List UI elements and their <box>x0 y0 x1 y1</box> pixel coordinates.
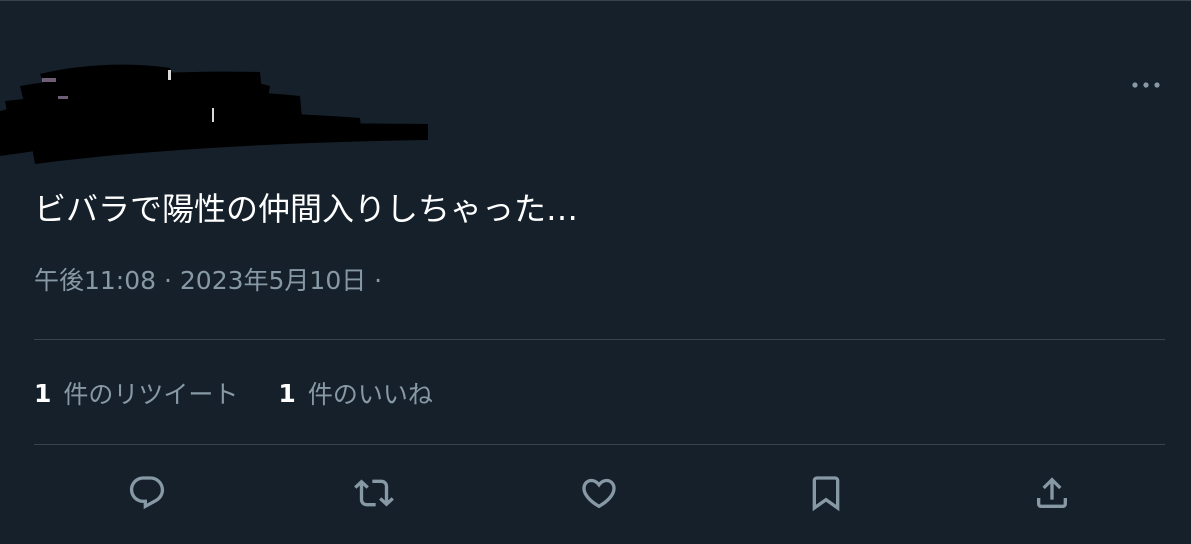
more-options-button[interactable] <box>1124 67 1168 103</box>
share-button[interactable] <box>1030 471 1074 515</box>
tweet-text: ビバラで陽性の仲間入りしちゃった… <box>34 190 579 228</box>
like-count: 1 <box>278 378 296 408</box>
reply-icon <box>129 476 165 510</box>
retweet-count-label: 件のリツイート <box>63 380 239 409</box>
more-icon <box>1132 82 1160 88</box>
divider <box>34 444 1165 445</box>
retweet-count-link[interactable]: 1 件のリツイート <box>34 375 238 411</box>
tweet-stats: 1 件のリツイート 1 件のいいね <box>34 375 433 411</box>
share-icon <box>1037 477 1067 508</box>
retweet-icon <box>354 479 394 507</box>
tweet-header: @ <box>0 1 1191 166</box>
tweet-detail: @ <box>0 0 1191 544</box>
tweet-actions <box>34 463 1165 523</box>
like-count-link[interactable]: 1 件のいいね <box>278 375 432 411</box>
like-icon <box>582 478 616 509</box>
like-button[interactable] <box>577 471 621 515</box>
reply-button[interactable] <box>125 471 169 515</box>
like-count-label: 件のいいね <box>307 380 433 409</box>
retweet-button[interactable] <box>352 471 396 515</box>
retweet-count: 1 <box>34 378 52 408</box>
bookmark-icon <box>812 476 840 512</box>
divider <box>34 339 1165 340</box>
tweet-timestamp[interactable]: 午後11:08 · 2023年5月10日 · <box>34 263 382 299</box>
redaction-scribble <box>0 56 430 166</box>
bookmark-button[interactable] <box>804 471 848 515</box>
